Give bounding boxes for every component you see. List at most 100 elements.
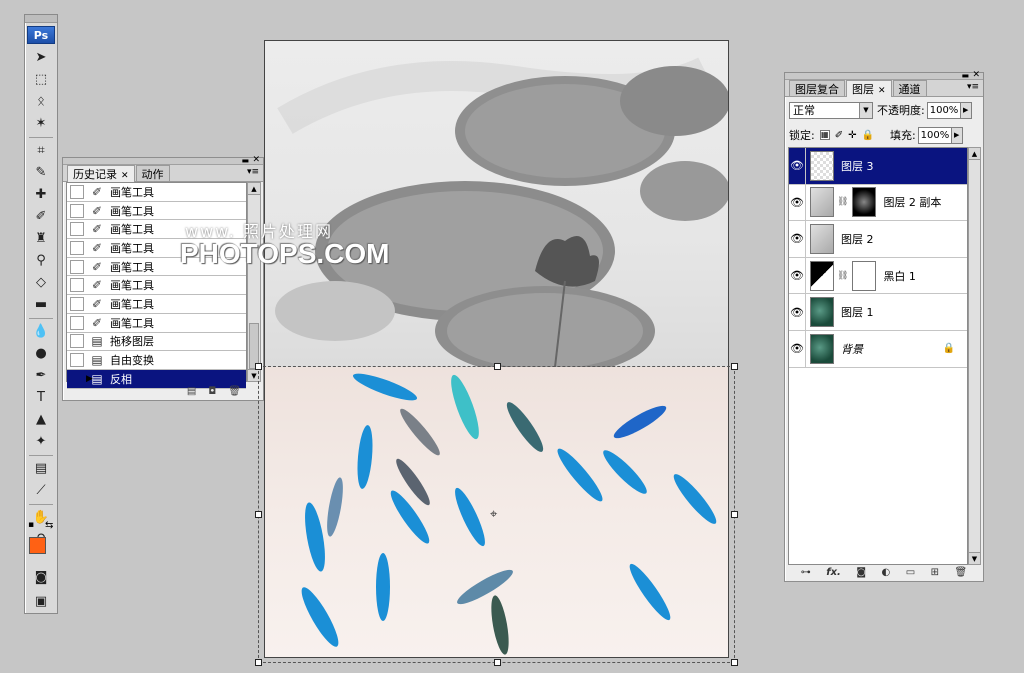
history-state-row[interactable]: ✐ 画笔工具 — [67, 276, 246, 296]
transform-handle-tr[interactable] — [731, 363, 738, 370]
history-state-row[interactable]: ▤ 自由变换 — [67, 351, 246, 370]
scroll-up-icon[interactable]: ▲ — [969, 148, 980, 160]
quick-mask-icon[interactable]: ◙ — [30, 568, 52, 588]
history-source-checkbox[interactable] — [70, 240, 84, 255]
collapse-icon[interactable]: ▬ — [241, 156, 249, 165]
tab-channels[interactable]: 通道 — [892, 80, 927, 96]
visibility-eye-icon[interactable]: 👁 — [789, 184, 806, 221]
history-state-row[interactable]: ▤ 拖移图层 — [67, 333, 246, 352]
lock-transparency-icon[interactable]: ▦ — [819, 130, 830, 140]
history-panel-titlebar[interactable]: ▬ ✕ — [63, 155, 263, 165]
slice-tool-icon[interactable]: ✎ — [30, 163, 52, 183]
layer-row[interactable]: 👁 图层 1 — [789, 294, 967, 331]
blur-tool-icon[interactable]: 💧 — [30, 322, 52, 342]
trash-icon[interactable]: 🗑 — [228, 386, 241, 397]
mask-link-icon[interactable]: ⛓ — [837, 271, 848, 281]
visibility-eye-icon[interactable]: 👁 — [789, 330, 806, 367]
history-state-row[interactable]: ✐ 画笔工具 — [67, 183, 246, 202]
eraser-tool-icon[interactable]: ◇ — [30, 273, 52, 293]
eyedropper-tool-icon[interactable]: ⟋ — [30, 481, 52, 501]
gradient-tool-icon[interactable]: ▬ — [30, 295, 52, 315]
opacity-slider-icon[interactable]: ▶ — [960, 101, 972, 119]
layer-row[interactable]: 👁 背景 🔒 — [789, 330, 967, 368]
crop-tool-icon[interactable]: ⌗ — [30, 141, 52, 161]
transform-handle-br[interactable] — [731, 659, 738, 666]
scroll-up-icon[interactable]: ▲ — [248, 183, 260, 195]
transform-handle-b[interactable] — [494, 659, 501, 666]
layers-panel-titlebar[interactable]: ▬ ✕ — [785, 70, 983, 80]
trash-icon[interactable]: 🗑 — [955, 567, 968, 578]
layer-row[interactable]: 👁 ⛓ 黑白 1 — [789, 257, 967, 295]
toolbox-grip[interactable] — [25, 15, 57, 23]
lasso-tool-icon[interactable]: ᛟ — [30, 92, 52, 112]
layer-name[interactable]: 背景 — [841, 341, 863, 357]
layer-row[interactable]: 👁 ⛓ 图层 2 副本 — [789, 184, 967, 222]
new-group-icon[interactable]: ▭ — [906, 567, 915, 578]
close-tab-icon[interactable]: ✕ — [121, 171, 129, 181]
transform-handle-tl[interactable] — [255, 363, 262, 370]
history-source-checkbox[interactable] — [70, 278, 84, 293]
layers-scrollbar[interactable]: ▲ ▼ — [968, 147, 981, 565]
layer-row[interactable]: 👁 图层 3 — [789, 148, 967, 185]
history-source-checkbox[interactable] — [70, 334, 84, 349]
collapse-icon[interactable]: ▬ — [961, 71, 969, 80]
marquee-tool-icon[interactable]: ⬚ — [30, 70, 52, 90]
visibility-eye-icon[interactable]: 👁 — [789, 148, 806, 184]
layer-thumbnail[interactable] — [810, 150, 834, 181]
history-source-checkbox[interactable] — [70, 222, 84, 237]
layer-name[interactable]: 图层 3 — [841, 158, 874, 174]
layer-thumbnail[interactable] — [810, 260, 834, 291]
layer-style-icon[interactable]: fx. — [826, 567, 841, 578]
swap-colors-icon[interactable]: ⇆ — [45, 520, 53, 531]
transform-handle-bl[interactable] — [255, 659, 262, 666]
default-colors-icon[interactable]: ▪ — [28, 520, 34, 530]
transform-handle-r[interactable] — [731, 511, 738, 518]
layer-thumbnail[interactable] — [810, 187, 834, 218]
tab-actions[interactable]: 动作 — [135, 165, 170, 181]
clone-stamp-tool-icon[interactable]: ♜ — [30, 229, 52, 249]
layer-name[interactable]: 黑白 1 — [883, 268, 916, 284]
layer-mask-thumbnail[interactable] — [852, 187, 877, 218]
panel-menu-icon[interactable]: ▾≡ — [967, 82, 979, 92]
close-icon[interactable]: ✕ — [972, 70, 980, 80]
fill-field[interactable]: 100% — [917, 126, 952, 144]
pen-tool-icon[interactable]: ✒ — [30, 366, 52, 386]
layer-name[interactable]: 图层 1 — [841, 304, 874, 320]
dodge-tool-icon[interactable]: ● — [30, 344, 52, 364]
fill-slider-icon[interactable]: ▶ — [951, 126, 963, 144]
healing-brush-tool-icon[interactable]: ✚ — [30, 185, 52, 205]
brush-tool-icon[interactable]: ✐ — [30, 207, 52, 227]
notes-tool-icon[interactable]: ▤ — [30, 459, 52, 479]
add-mask-icon[interactable]: ◙ — [856, 567, 866, 578]
history-source-checkbox[interactable] — [70, 315, 84, 330]
layer-name[interactable]: 图层 2 — [841, 231, 874, 247]
history-source-checkbox[interactable] — [70, 353, 84, 368]
visibility-eye-icon[interactable]: 👁 — [789, 221, 806, 257]
new-layer-icon[interactable]: ⊞ — [931, 567, 939, 578]
visibility-eye-icon[interactable]: 👁 — [789, 257, 806, 294]
tab-layers[interactable]: 图层 ✕ — [846, 80, 892, 97]
mask-link-icon[interactable]: ⛓ — [837, 197, 848, 207]
lock-pixels-icon[interactable]: ✐ — [835, 130, 843, 141]
lock-all-icon[interactable]: 🔒 — [862, 130, 874, 141]
transform-center-icon[interactable]: ⌖ — [490, 507, 497, 522]
history-state-row[interactable]: ✐ 画笔工具 — [67, 314, 246, 333]
opacity-field[interactable]: 100% — [926, 101, 961, 119]
chevron-down-icon[interactable]: ▼ — [859, 102, 872, 118]
layer-thumbnail[interactable] — [810, 333, 834, 364]
panel-menu-icon[interactable]: ▾≡ — [247, 167, 259, 177]
transform-handle-l[interactable] — [255, 511, 262, 518]
screen-mode-icon[interactable]: ▣ — [30, 592, 52, 612]
close-icon[interactable]: ✕ — [252, 155, 260, 165]
history-brush-tool-icon[interactable]: ⚲ — [30, 251, 52, 271]
foreground-color-swatch[interactable] — [29, 537, 46, 554]
blend-mode-select[interactable]: 正常 ▼ — [789, 101, 873, 119]
history-source-checkbox[interactable] — [70, 184, 84, 199]
layer-row[interactable]: 👁 图层 2 — [789, 221, 967, 258]
move-tool-icon[interactable]: ➤ — [30, 48, 52, 68]
tab-layer-comps[interactable]: 图层复合 — [789, 80, 845, 96]
custom-shape-tool-icon[interactable]: ✦ — [30, 432, 52, 452]
close-tab-icon[interactable]: ✕ — [878, 86, 886, 96]
layer-mask-thumbnail[interactable] — [852, 260, 877, 291]
layer-thumbnail[interactable] — [810, 297, 834, 328]
